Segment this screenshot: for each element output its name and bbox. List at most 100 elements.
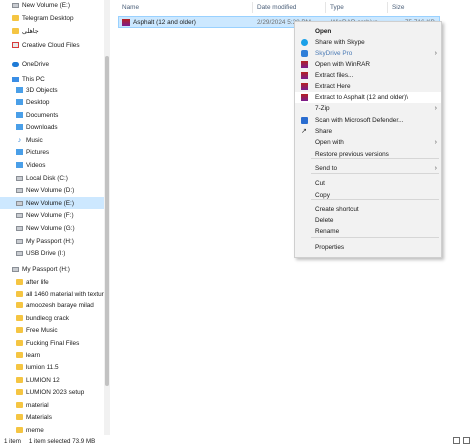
sidebar-item[interactable]: New Volume (E:) xyxy=(0,197,104,209)
column-divider[interactable] xyxy=(387,2,388,13)
sidebar-item[interactable]: My Passport (H:) xyxy=(0,235,104,247)
drive-icon xyxy=(16,238,23,244)
column-header-name[interactable]: Name xyxy=(122,4,139,11)
context-menu-item[interactable]: Open with WinRAR xyxy=(295,59,441,70)
sidebar-item[interactable]: Desktop xyxy=(0,96,104,108)
sidebar-item-label: Music xyxy=(26,136,43,144)
large-icons-view-icon[interactable] xyxy=(463,437,470,444)
sidebar-item-label: LUMION 12 xyxy=(26,376,60,384)
sidebar-item-label: Desktop xyxy=(26,98,50,106)
sidebar-item[interactable]: 3D Objects xyxy=(0,84,104,96)
folder-icon xyxy=(16,315,23,321)
navigation-scrollbar[interactable] xyxy=(104,0,110,435)
menu-separator xyxy=(311,199,439,200)
context-menu-item[interactable]: Delete xyxy=(295,215,441,226)
menu-separator xyxy=(311,173,439,174)
sidebar-item[interactable]: LUMION 12 xyxy=(0,374,104,386)
sidebar-item-label: New Volume (E:) xyxy=(22,1,70,9)
sidebar-item[interactable]: Videos xyxy=(0,159,104,171)
sidebar-item[interactable]: amoozesh baraye milad xyxy=(0,299,104,311)
context-menu-item[interactable]: Scan with Microsoft Defender... xyxy=(295,115,441,126)
sidebar-item-label: Videos xyxy=(26,161,46,169)
video-icon xyxy=(16,162,23,168)
sidebar-item[interactable]: New Volume (F:) xyxy=(0,209,104,221)
drive-icon xyxy=(16,212,23,218)
context-menu-label: Share xyxy=(315,128,333,135)
context-menu-item[interactable]: Extract to Asphalt (12 and older)\ xyxy=(295,92,441,103)
column-divider[interactable] xyxy=(325,2,326,13)
scrollbar-thumb[interactable] xyxy=(105,56,109,386)
sidebar-item[interactable]: جاهلی xyxy=(0,25,104,37)
sidebar-item-label: Pictures xyxy=(26,148,50,156)
sidebar-item[interactable]: Telegram Desktop xyxy=(0,12,104,24)
sidebar-item[interactable]: LUMION 2023 setup xyxy=(0,386,104,398)
context-menu-label: Cut xyxy=(315,180,325,187)
sidebar-item[interactable]: USB Drive (I:) xyxy=(0,247,104,259)
winrar-icon xyxy=(301,72,308,79)
column-header-type[interactable]: Type xyxy=(330,4,344,11)
sidebar-item-label: Local Disk (C:) xyxy=(26,174,68,182)
sidebar-item-label: bundlecg crack xyxy=(26,314,69,322)
drive-icon xyxy=(16,250,23,256)
sidebar-item-label: Downloads xyxy=(26,123,58,131)
sidebar-item[interactable]: New Volume (D:) xyxy=(0,184,104,196)
folder-icon xyxy=(16,377,23,383)
file-name: Asphalt (12 and older) xyxy=(133,18,196,26)
drive-icon xyxy=(12,266,19,272)
sidebar-item[interactable]: Local Disk (C:) xyxy=(0,172,104,184)
chevron-right-icon: › xyxy=(434,139,437,146)
sidebar-item[interactable]: Free Music xyxy=(0,324,104,336)
folder-icon xyxy=(12,28,19,34)
desktop-icon xyxy=(16,99,23,105)
context-menu-label: Properties xyxy=(315,244,345,251)
sidebar-item[interactable]: ♪ Music xyxy=(0,134,104,146)
context-menu-item[interactable]: 7-Zip › xyxy=(295,103,441,114)
context-menu-item[interactable]: Open xyxy=(295,26,441,37)
sidebar-item-label: after life xyxy=(26,278,49,286)
context-menu-item[interactable]: Extract Here xyxy=(295,81,441,92)
sidebar-item-label: Free Music xyxy=(26,326,58,334)
context-menu-item[interactable]: Cut xyxy=(295,178,441,189)
sidebar-item-label: My Passport (H:) xyxy=(26,237,74,245)
sidebar-item[interactable]: Fucking Final Files xyxy=(0,337,104,349)
context-menu-item[interactable]: Create shortcut xyxy=(295,204,441,215)
context-menu-item[interactable]: Open with › xyxy=(295,137,441,148)
defender-icon xyxy=(301,117,308,124)
navigation-pane: New Volume (E:) Telegram Desktop جاهلی Crea… xyxy=(0,0,104,435)
sidebar-item[interactable]: learn xyxy=(0,349,104,361)
context-menu-item[interactable]: Rename xyxy=(295,226,441,237)
sidebar-item[interactable]: bundlecg crack xyxy=(0,312,104,324)
sidebar-item[interactable]: meme xyxy=(0,424,104,435)
sidebar-item-label: New Volume (D:) xyxy=(26,186,75,194)
folder-icon xyxy=(16,291,23,297)
sidebar-item-label: New Volume (E:) xyxy=(26,199,74,207)
folder-icon xyxy=(16,414,23,420)
column-header-date[interactable]: Date modified xyxy=(257,4,296,11)
skype-icon xyxy=(301,39,308,46)
context-menu-item[interactable]: SkyDrive Pro › xyxy=(295,48,441,59)
sidebar-item-label: Fucking Final Files xyxy=(26,339,80,347)
sidebar-item[interactable]: material xyxy=(0,399,104,411)
sidebar-item[interactable]: Pictures xyxy=(0,146,104,158)
context-menu-item[interactable]: ↗ Share xyxy=(295,126,441,137)
sidebar-item[interactable]: lumion 11.5 xyxy=(0,361,104,373)
sidebar-item[interactable]: My Passport (H:) xyxy=(0,263,104,275)
context-menu-label: Send to xyxy=(315,165,338,172)
sidebar-item[interactable]: Documents xyxy=(0,109,104,121)
sidebar-item[interactable]: New Volume (G:) xyxy=(0,222,104,234)
sidebar-item[interactable]: Materials xyxy=(0,411,104,423)
context-menu-item[interactable]: Extract files... xyxy=(295,70,441,81)
details-view-icon[interactable] xyxy=(453,437,460,444)
column-divider[interactable] xyxy=(252,2,253,13)
sidebar-item[interactable]: Creative Cloud Files xyxy=(0,39,104,51)
sidebar-item[interactable]: after life xyxy=(0,276,104,288)
column-header-size[interactable]: Size xyxy=(392,4,404,11)
context-menu-item[interactable]: Properties xyxy=(295,242,441,253)
context-menu-item[interactable]: Share with Skype xyxy=(295,37,441,48)
sidebar-item[interactable]: New Volume (E:) xyxy=(0,0,104,11)
sidebar-item[interactable]: Downloads xyxy=(0,121,104,133)
context-menu-label: Rename xyxy=(315,228,340,235)
sidebar-item[interactable]: OneDrive xyxy=(0,58,104,70)
creative-cloud-icon xyxy=(12,42,19,48)
cube-icon xyxy=(16,87,23,93)
